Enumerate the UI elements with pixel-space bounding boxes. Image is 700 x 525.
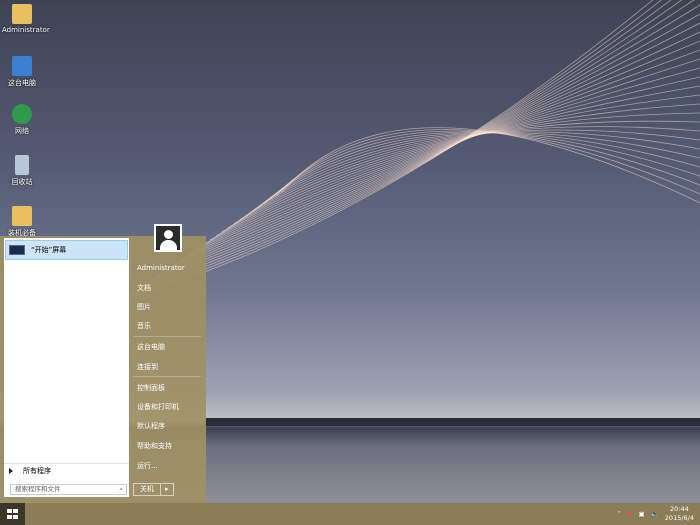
divider <box>133 376 201 377</box>
icon-label: 这台电脑 <box>8 79 36 87</box>
system-tray: ˄ ⚑ ▣ 🔈 20:44 2015/6/4 <box>617 505 694 523</box>
taskbar: ˄ ⚑ ▣ 🔈 20:44 2015/6/4 <box>0 503 700 525</box>
star-trail <box>137 0 683 289</box>
star-trail <box>131 0 672 293</box>
divider <box>133 336 201 337</box>
menu-default-programs[interactable]: 默认程序 <box>137 421 165 431</box>
menu-music[interactable]: 音乐 <box>137 321 151 331</box>
desktop-icon-this-pc[interactable]: 这台电脑 <box>2 56 42 88</box>
start-screen-icon <box>9 245 25 255</box>
menu-pictures[interactable]: 图片 <box>137 302 151 312</box>
shutdown-button[interactable]: 关机 <box>134 484 160 495</box>
star-trail <box>197 76 700 249</box>
shutdown-control: 关机 ▸ <box>133 483 174 496</box>
menu-documents[interactable]: 文档 <box>137 283 151 293</box>
recycle-bin-icon <box>15 155 29 175</box>
start-menu: “开始”屏幕 所有程序 搜索程序和文件 ⌕ <box>0 236 206 504</box>
all-programs-label: 所有程序 <box>23 466 51 475</box>
star-trail <box>185 58 700 257</box>
action-center-flag-icon[interactable]: ⚑ <box>627 510 633 518</box>
clock-time: 20:44 <box>670 505 689 513</box>
shutdown-options-arrow-icon[interactable]: ▸ <box>160 484 173 495</box>
desktop-icon-folder[interactable]: 装机必备 <box>2 206 42 238</box>
menu-help-support[interactable]: 帮助和支持 <box>137 441 172 451</box>
all-programs[interactable]: 所有程序 <box>4 463 129 477</box>
network-tray-icon[interactable]: ▣ <box>639 510 645 518</box>
star-trail <box>209 94 700 241</box>
icon-label: 回收站 <box>11 178 33 186</box>
clock-date: 2015/6/4 <box>664 514 694 522</box>
ie-folder-icon <box>12 206 32 226</box>
menu-connect-to[interactable]: 连接到 <box>137 362 158 372</box>
horizon-shoreline <box>205 418 700 426</box>
user-avatar[interactable] <box>154 224 182 252</box>
show-hidden-icons-icon[interactable]: ˄ <box>617 510 620 518</box>
icon-label: Administrator <box>2 26 50 34</box>
icon-label: 网络 <box>15 127 29 135</box>
start-button[interactable] <box>0 503 25 525</box>
menu-run[interactable]: 运行... <box>137 461 158 471</box>
network-icon <box>12 104 32 124</box>
star-trail <box>179 49 700 261</box>
pinned-start-screen[interactable]: “开始”屏幕 <box>5 240 128 260</box>
search-placeholder: 搜索程序和文件 <box>15 485 61 493</box>
search-input[interactable]: 搜索程序和文件 ⌕ <box>10 484 127 495</box>
clock[interactable]: 20:44 2015/6/4 <box>665 505 694 523</box>
search-icon: ⌕ <box>119 485 123 493</box>
computer-icon <box>12 56 32 76</box>
user-folder-icon <box>12 4 32 24</box>
user-name[interactable]: Administrator <box>137 264 185 272</box>
star-trail <box>191 67 700 253</box>
volume-icon[interactable]: 🔈 <box>651 510 659 518</box>
start-menu-programs-pane: “开始”屏幕 所有程序 搜索程序和文件 ⌕ <box>4 238 129 497</box>
star-trail <box>239 129 700 221</box>
star-trail <box>215 103 700 237</box>
star-trail <box>119 0 654 301</box>
desktop-icon-network[interactable]: 网络 <box>2 104 42 136</box>
star-trail <box>251 132 700 213</box>
pinned-label: “开始”屏幕 <box>31 246 67 254</box>
menu-control-panel[interactable]: 控制面板 <box>137 383 165 393</box>
desktop-icon-recycle-bin[interactable]: 回收站 <box>2 155 42 187</box>
menu-this-pc[interactable]: 这台电脑 <box>137 342 165 352</box>
menu-devices-printers[interactable]: 设备和打印机 <box>137 402 179 412</box>
desktop-icon-administrator[interactable]: Administrator <box>2 4 50 34</box>
arrow-right-icon <box>9 467 13 474</box>
